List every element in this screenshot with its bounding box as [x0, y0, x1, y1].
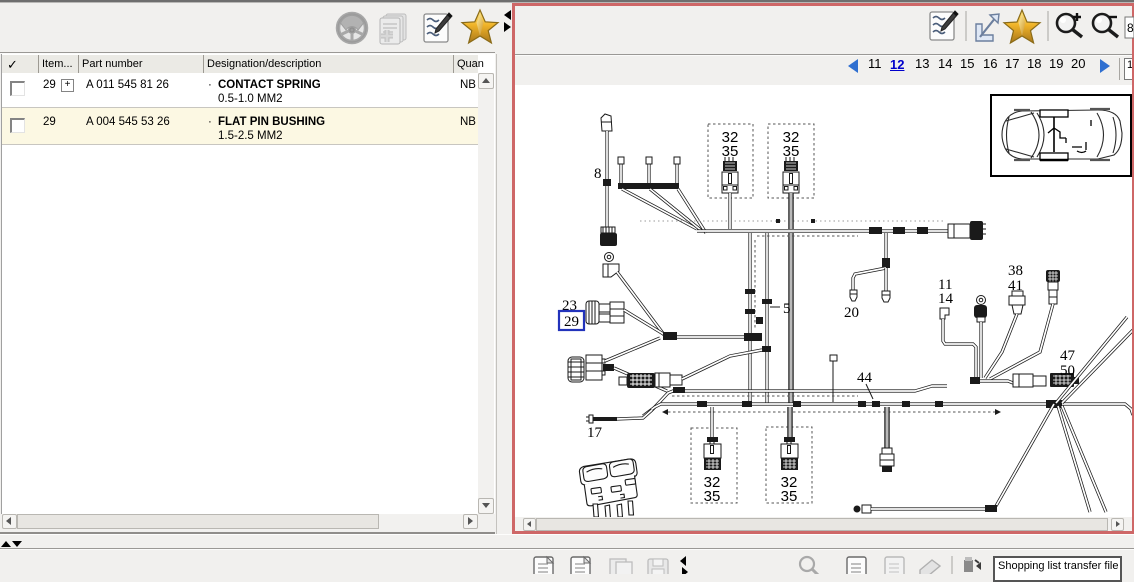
- svg-text:8: 8: [1127, 21, 1134, 35]
- svg-text:35: 35: [783, 143, 800, 160]
- svg-text:38: 38: [1008, 263, 1023, 279]
- svg-text:50: 50: [1060, 363, 1075, 379]
- svg-text:14: 14: [938, 291, 954, 307]
- svg-text:17: 17: [587, 425, 603, 441]
- svg-text:35: 35: [722, 143, 739, 160]
- svg-text:35: 35: [781, 488, 798, 505]
- svg-text:8: 8: [594, 166, 602, 182]
- svg-text:5: 5: [783, 301, 791, 317]
- svg-text:47: 47: [1060, 348, 1076, 364]
- svg-text:44: 44: [857, 370, 873, 386]
- svg-text:29: 29: [564, 314, 579, 330]
- svg-text:20: 20: [844, 305, 859, 321]
- svg-text:35: 35: [704, 488, 721, 505]
